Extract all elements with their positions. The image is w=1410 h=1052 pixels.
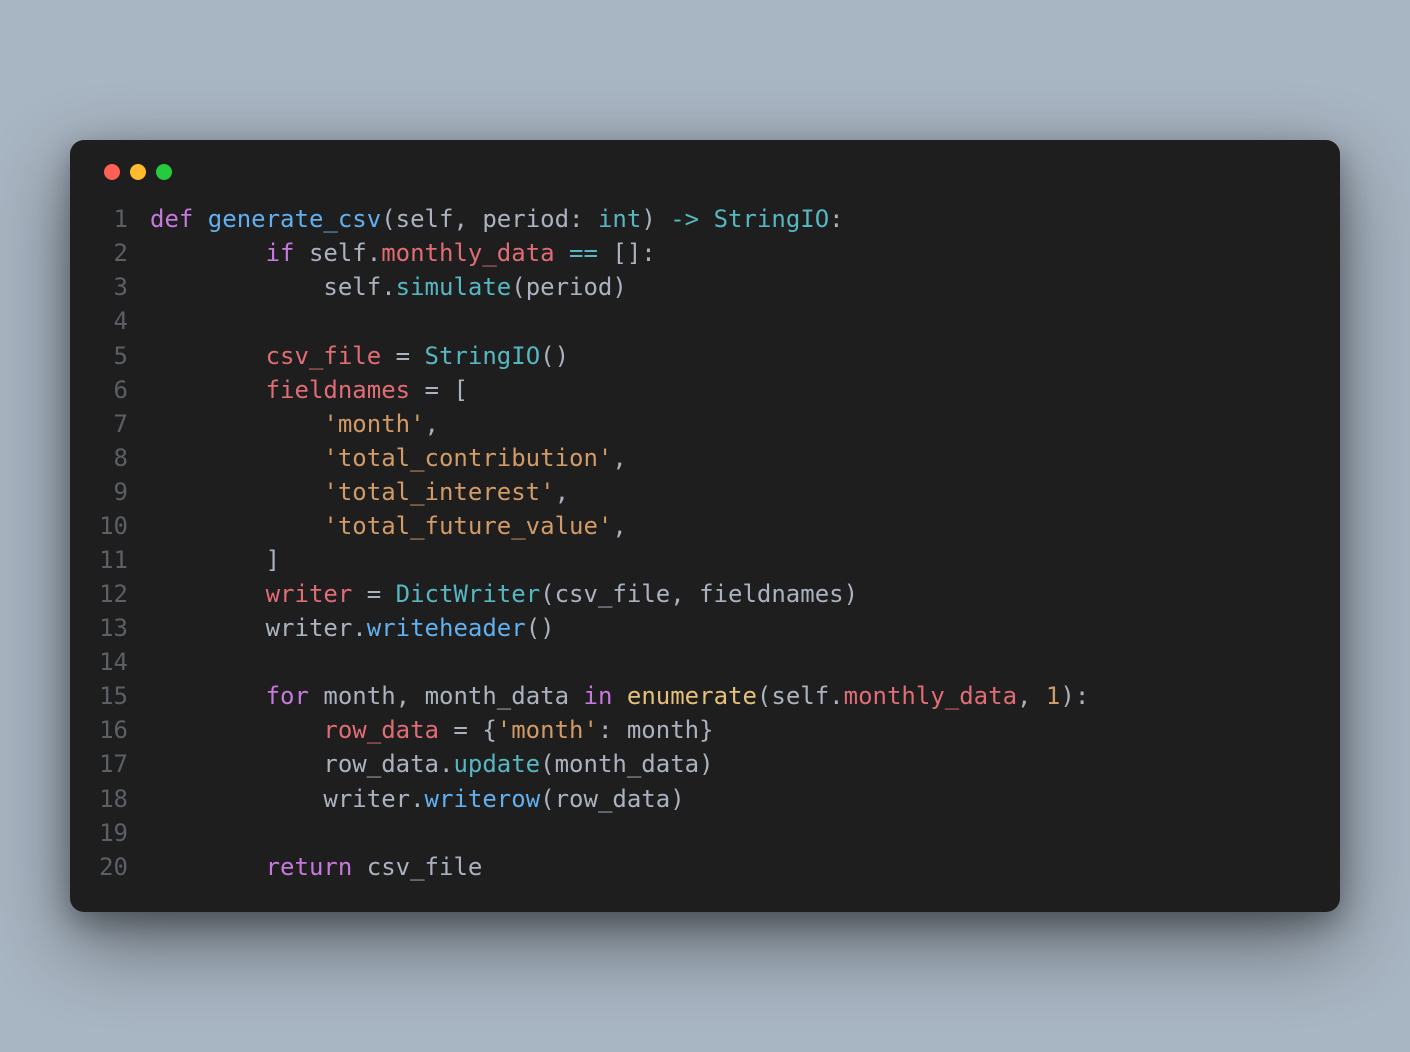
code-line[interactable]: 12 writer = DictWriter(csv_file, fieldna… — [98, 577, 1312, 611]
line-content: csv_file = StringIO() — [150, 339, 569, 373]
code-line[interactable]: 13 writer.writeheader() — [98, 611, 1312, 645]
window-titlebar — [98, 164, 1312, 180]
line-number: 2 — [98, 236, 150, 270]
code-window: 1def generate_csv(self, period: int) -> … — [70, 140, 1340, 912]
line-content: return csv_file — [150, 850, 482, 884]
code-line[interactable]: 15 for month, month_data in enumerate(se… — [98, 679, 1312, 713]
line-number: 1 — [98, 202, 150, 236]
minimize-icon[interactable] — [130, 164, 146, 180]
line-number: 19 — [98, 816, 150, 850]
code-line[interactable]: 7 'month', — [98, 407, 1312, 441]
line-content: 'total_contribution', — [150, 441, 627, 475]
code-line[interactable]: 11 ] — [98, 543, 1312, 577]
line-number: 17 — [98, 747, 150, 781]
line-number: 9 — [98, 475, 150, 509]
code-line[interactable]: 17 row_data.update(month_data) — [98, 747, 1312, 781]
code-line[interactable]: 6 fieldnames = [ — [98, 373, 1312, 407]
line-content: writer.writeheader() — [150, 611, 555, 645]
line-content: writer = DictWriter(csv_file, fieldnames… — [150, 577, 858, 611]
code-line[interactable]: 14 — [98, 645, 1312, 679]
code-line[interactable]: 1def generate_csv(self, period: int) -> … — [98, 202, 1312, 236]
line-number: 8 — [98, 441, 150, 475]
code-line[interactable]: 18 writer.writerow(row_data) — [98, 782, 1312, 816]
line-number: 15 — [98, 679, 150, 713]
line-content: row_data.update(month_data) — [150, 747, 714, 781]
code-line[interactable]: 8 'total_contribution', — [98, 441, 1312, 475]
line-number: 7 — [98, 407, 150, 441]
code-line[interactable]: 20 return csv_file — [98, 850, 1312, 884]
line-content: 'month', — [150, 407, 439, 441]
code-line[interactable]: 10 'total_future_value', — [98, 509, 1312, 543]
code-line[interactable]: 2 if self.monthly_data == []: — [98, 236, 1312, 270]
line-content: self.simulate(period) — [150, 270, 627, 304]
line-number: 13 — [98, 611, 150, 645]
line-content: if self.monthly_data == []: — [150, 236, 656, 270]
line-content: def generate_csv(self, period: int) -> S… — [150, 202, 844, 236]
line-number: 4 — [98, 304, 150, 338]
code-line[interactable]: 3 self.simulate(period) — [98, 270, 1312, 304]
code-editor[interactable]: 1def generate_csv(self, period: int) -> … — [98, 202, 1312, 884]
code-line[interactable]: 4 — [98, 304, 1312, 338]
line-number: 6 — [98, 373, 150, 407]
line-number: 3 — [98, 270, 150, 304]
line-content: writer.writerow(row_data) — [150, 782, 685, 816]
line-number: 5 — [98, 339, 150, 373]
zoom-icon[interactable] — [156, 164, 172, 180]
line-number: 11 — [98, 543, 150, 577]
line-content: for month, month_data in enumerate(self.… — [150, 679, 1089, 713]
line-number: 16 — [98, 713, 150, 747]
line-content: fieldnames = [ — [150, 373, 468, 407]
line-content: 'total_interest', — [150, 475, 569, 509]
code-line[interactable]: 19 — [98, 816, 1312, 850]
line-number: 12 — [98, 577, 150, 611]
line-number: 14 — [98, 645, 150, 679]
code-line[interactable]: 16 row_data = {'month': month} — [98, 713, 1312, 747]
line-number: 10 — [98, 509, 150, 543]
line-number: 18 — [98, 782, 150, 816]
line-content: row_data = {'month': month} — [150, 713, 714, 747]
line-content: ] — [150, 543, 280, 577]
code-line[interactable]: 5 csv_file = StringIO() — [98, 339, 1312, 373]
line-number: 20 — [98, 850, 150, 884]
line-content: 'total_future_value', — [150, 509, 627, 543]
close-icon[interactable] — [104, 164, 120, 180]
code-line[interactable]: 9 'total_interest', — [98, 475, 1312, 509]
